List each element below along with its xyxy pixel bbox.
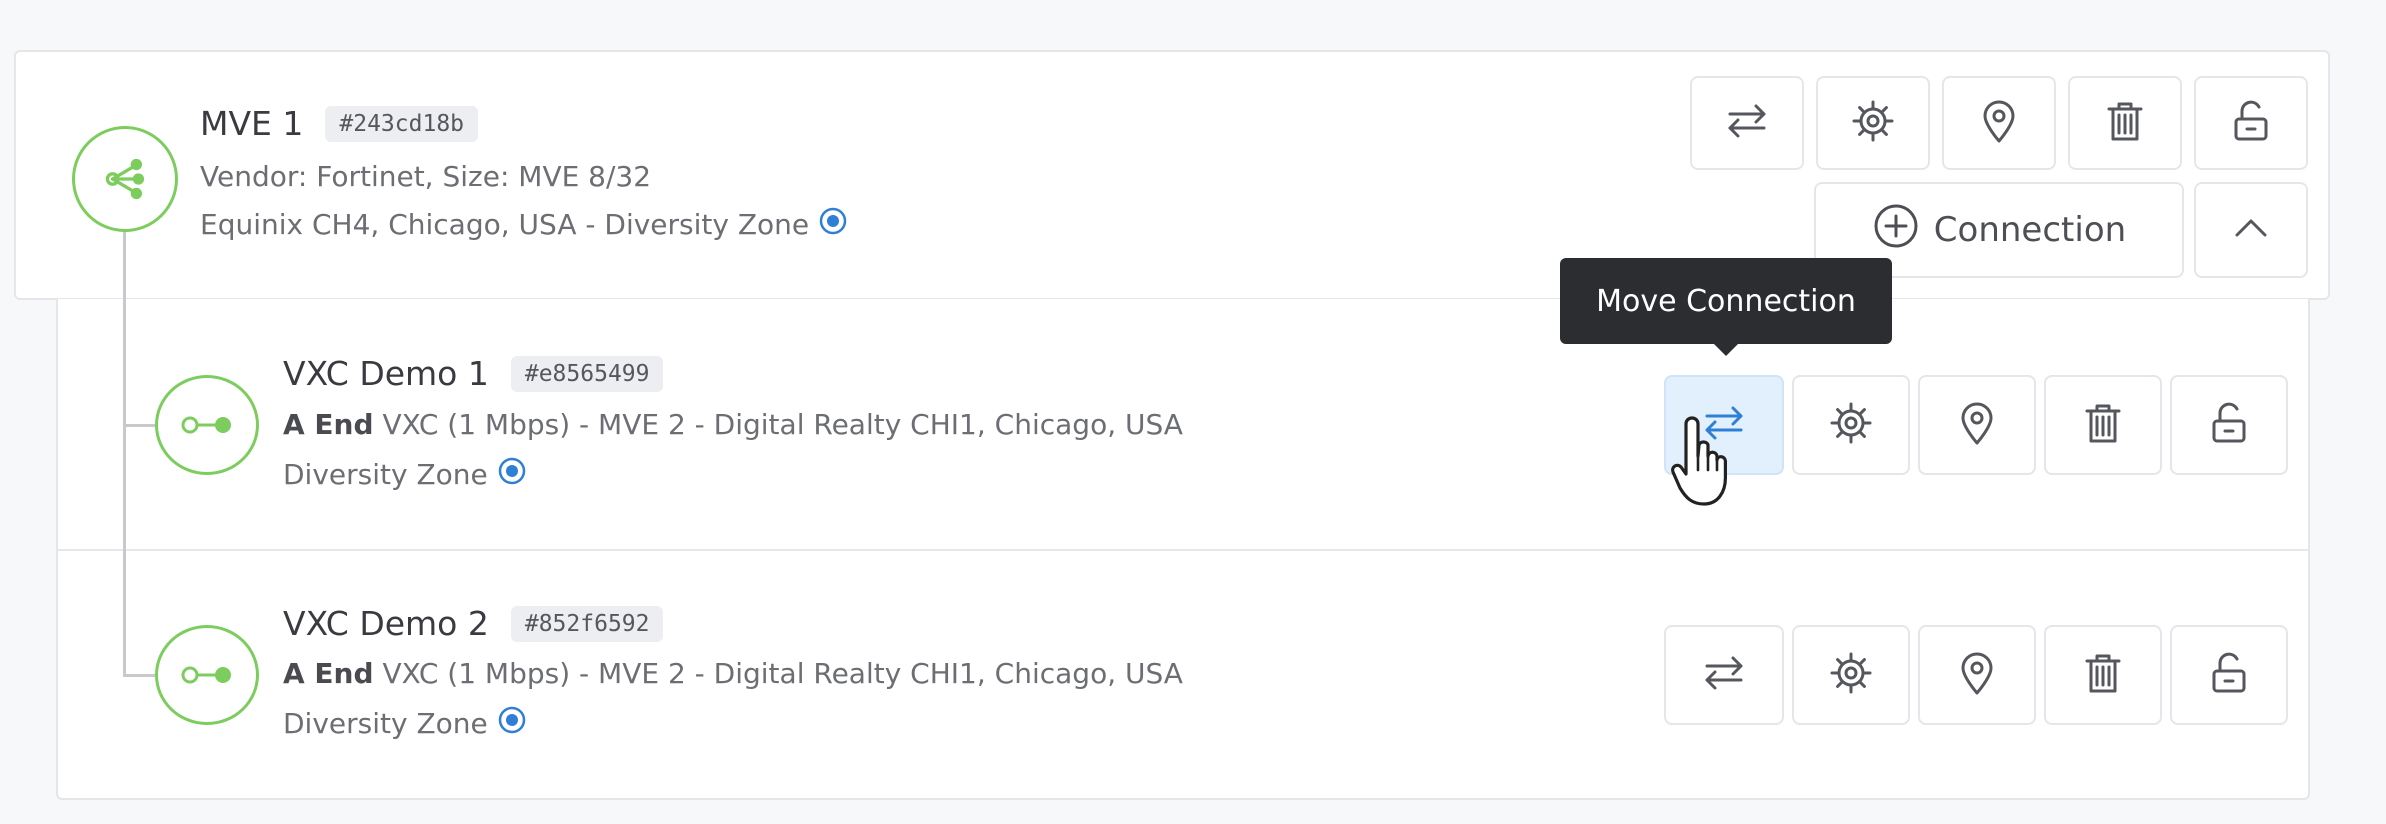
delete-button[interactable] xyxy=(2068,76,2182,170)
zone-text: Diversity Zone xyxy=(283,458,488,491)
location-button[interactable] xyxy=(1918,375,2036,475)
mve-title: MVE 1 #243cd18b xyxy=(200,104,479,143)
unlock-icon xyxy=(2227,97,2275,149)
tooltip-arrow xyxy=(1713,343,1739,356)
connection-zone-line: Diversity Zone xyxy=(283,456,527,493)
location-button[interactable] xyxy=(1918,625,2036,725)
end-label: A End xyxy=(283,657,374,690)
diversity-zone-icon xyxy=(497,456,527,493)
share-nodes-icon xyxy=(72,126,178,232)
connection-detail: VXC (1 Mbps) - MVE 2 - Digital Realty CH… xyxy=(382,657,1183,690)
chevron-up-icon xyxy=(2227,204,2275,256)
lock-button[interactable] xyxy=(2170,375,2288,475)
connection-id-tag: #e8565499 xyxy=(510,355,664,392)
delete-button[interactable] xyxy=(2044,375,2162,475)
move-connection-tooltip: Move Connection xyxy=(1560,258,1892,344)
settings-button[interactable] xyxy=(1792,375,1910,475)
connection-id-tag: #852f6592 xyxy=(510,605,664,642)
settings-button[interactable] xyxy=(1816,76,1930,170)
diversity-zone-icon xyxy=(497,705,527,742)
plus-circle-icon xyxy=(1872,202,1920,259)
hand-cursor-icon xyxy=(1668,412,1740,516)
collapse-button[interactable] xyxy=(2194,182,2308,278)
tooltip-text: Move Connection xyxy=(1596,283,1856,319)
settings-button[interactable] xyxy=(1792,625,1910,725)
row-divider xyxy=(58,549,2308,551)
lock-button[interactable] xyxy=(2194,76,2308,170)
move-button[interactable] xyxy=(1690,76,1804,170)
connection-zone-line: Diversity Zone xyxy=(283,705,527,742)
location-pin-icon xyxy=(1975,97,2023,149)
connection-name: VXC Demo 1 xyxy=(283,354,489,393)
vxc-connector-icon xyxy=(155,375,259,475)
move-button[interactable] xyxy=(1664,625,1784,725)
move-icon xyxy=(1700,649,1748,701)
delete-button[interactable] xyxy=(2044,625,2162,725)
mve-location-text: Equinix CH4, Chicago, USA - Diversity Zo… xyxy=(200,208,810,241)
gear-icon xyxy=(1827,399,1875,451)
tree-branch-line xyxy=(123,424,155,427)
tree-connector-line xyxy=(123,218,126,676)
add-connection-label: Connection xyxy=(1933,210,2127,250)
trash-icon xyxy=(2101,97,2149,149)
mve-name: MVE 1 xyxy=(200,104,304,143)
diversity-zone-icon xyxy=(818,206,848,243)
unlock-icon xyxy=(2205,399,2253,451)
gear-icon xyxy=(1849,97,1897,149)
location-pin-icon xyxy=(1953,649,2001,701)
mve-location-line: Equinix CH4, Chicago, USA - Diversity Zo… xyxy=(200,206,848,243)
move-icon xyxy=(1723,97,1771,149)
mve-vendor-line: Vendor: Fortinet, Size: MVE 8/32 xyxy=(200,160,651,193)
connection-detail-line: A End VXC (1 Mbps) - MVE 2 - Digital Rea… xyxy=(283,408,1183,441)
vxc-connector-icon xyxy=(155,625,259,725)
unlock-icon xyxy=(2205,649,2253,701)
end-label: A End xyxy=(283,408,374,441)
connection-detail-line: A End VXC (1 Mbps) - MVE 2 - Digital Rea… xyxy=(283,657,1183,690)
tree-branch-line xyxy=(123,674,155,677)
mve-vendor-text: Vendor: Fortinet, Size: MVE 8/32 xyxy=(200,160,652,193)
connection-title: VXC Demo 2 #852f6592 xyxy=(283,604,664,643)
connection-name: VXC Demo 2 xyxy=(283,604,489,643)
connection-title: VXC Demo 1 #e8565499 xyxy=(283,354,664,393)
trash-icon xyxy=(2079,649,2127,701)
connection-detail: VXC (1 Mbps) - MVE 2 - Digital Realty CH… xyxy=(382,408,1183,441)
lock-button[interactable] xyxy=(2170,625,2288,725)
gear-icon xyxy=(1827,649,1875,701)
zone-text: Diversity Zone xyxy=(283,707,488,740)
mve-id-tag: #243cd18b xyxy=(325,105,479,142)
trash-icon xyxy=(2079,399,2127,451)
location-button[interactable] xyxy=(1942,76,2056,170)
location-pin-icon xyxy=(1953,399,2001,451)
